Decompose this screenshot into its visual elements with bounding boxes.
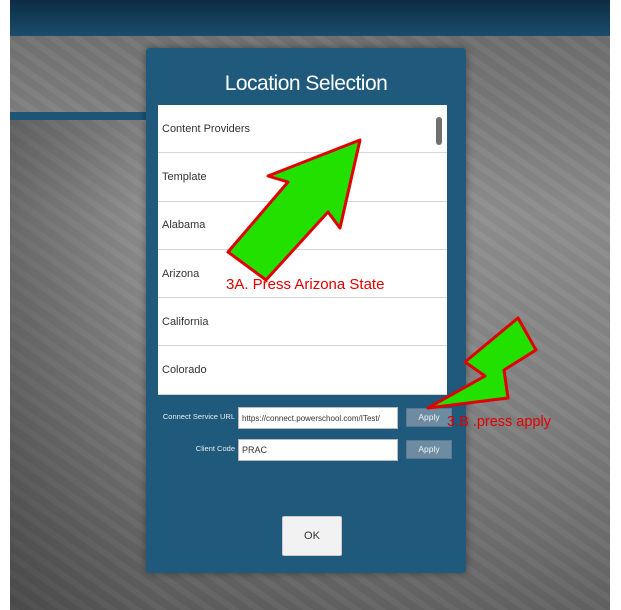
- dialog-title: Location Selection: [224, 72, 388, 95]
- top-bar: [10, 0, 610, 36]
- connect-service-url-input[interactable]: https://connect.powerschool.com/ITest/: [238, 407, 398, 429]
- connect-service-row: Connect Service URL https://connect.powe…: [146, 407, 466, 429]
- list-item-label: Alabama: [162, 219, 206, 232]
- client-code-apply-button[interactable]: Apply: [406, 440, 452, 459]
- ok-button[interactable]: OK: [282, 516, 342, 556]
- list-item-label: California: [162, 315, 209, 328]
- list-item-content-providers[interactable]: Content Providers: [158, 105, 447, 154]
- client-code-label: Client Code: [195, 444, 235, 453]
- connect-service-url-label: Connect Service URL: [162, 412, 235, 421]
- list-item-label: Arizona: [162, 267, 200, 280]
- list-item-california[interactable]: California: [158, 298, 447, 347]
- background-stripe: [10, 112, 160, 120]
- annotation-step-b: 3.B .press apply: [447, 414, 551, 430]
- client-code-row: Client Code PRAC Apply: [146, 439, 466, 461]
- location-list[interactable]: Content Providers Template Alabama Arizo…: [158, 105, 447, 395]
- list-item-template[interactable]: Template: [158, 153, 447, 202]
- background-panel: [10, 120, 160, 610]
- connect-service-apply-button[interactable]: Apply: [406, 408, 452, 427]
- list-item-label: Colorado: [162, 364, 207, 377]
- list-item-colorado[interactable]: Colorado: [158, 346, 447, 395]
- list-item-label: Content Providers: [162, 122, 251, 135]
- annotation-step-a: 3A. Press Arizona State: [226, 276, 385, 293]
- list-item-label: Template: [162, 170, 207, 183]
- list-item-alabama[interactable]: Alabama: [158, 202, 447, 250]
- location-selection-dialog: Location Selection Content Providers Tem…: [146, 48, 466, 573]
- list-scrollbar[interactable]: [436, 117, 442, 145]
- client-code-input[interactable]: PRAC: [238, 439, 398, 461]
